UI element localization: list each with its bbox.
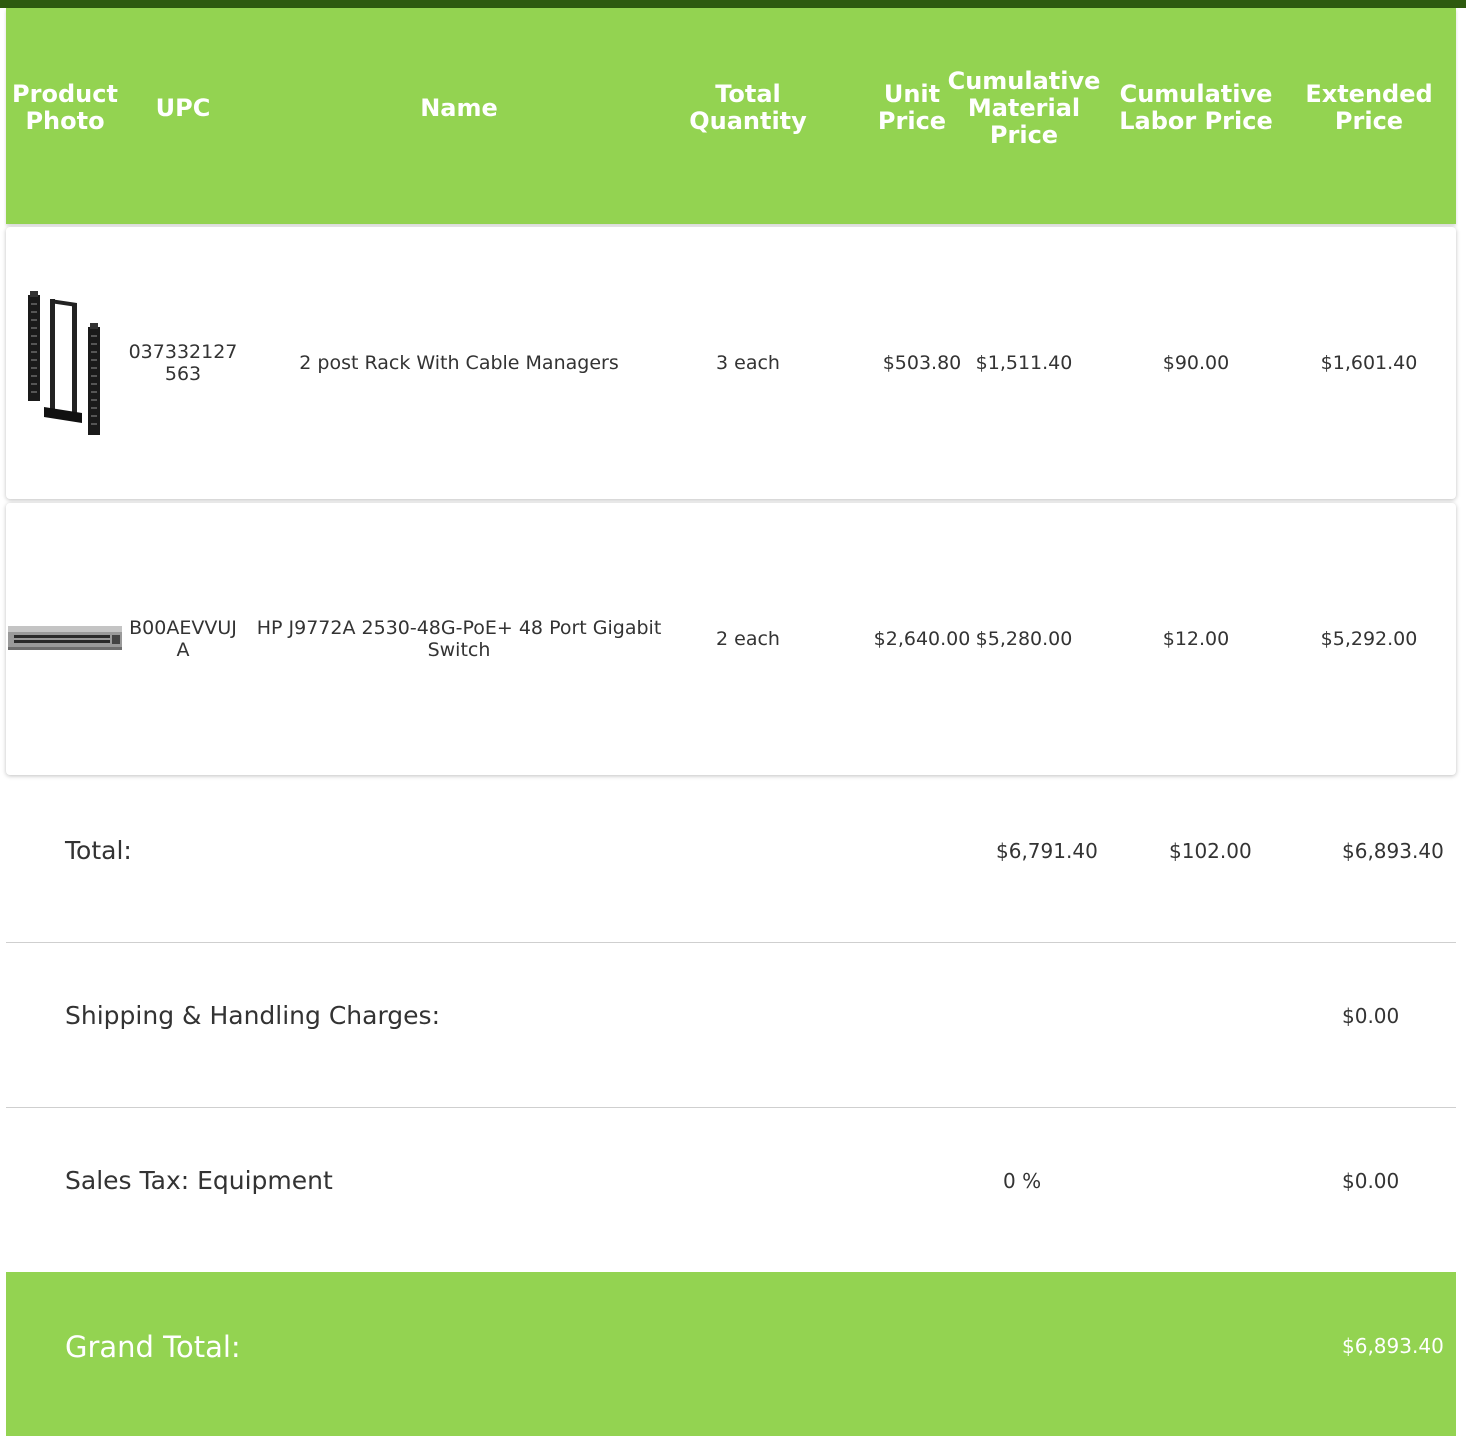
header-extended-price: Extended Price — [1305, 80, 1433, 135]
unit-price-cell: $503.80 — [882, 352, 962, 374]
total-material-value: $6,791.40 — [996, 839, 1098, 863]
shipping-value: $0.00 — [1342, 1004, 1400, 1028]
sales-tax-rate: 0 % — [1003, 1169, 1042, 1193]
total-extended-value: $6,893.40 — [1342, 839, 1444, 863]
material-price-cell: $5,280.00 — [975, 628, 1073, 650]
total-labor-value: $102.00 — [1169, 839, 1252, 863]
unit-price-cell: $2,640.00 — [873, 628, 971, 650]
grand-total-value: $6,893.40 — [1342, 1334, 1444, 1358]
extended-price-cell: $5,292.00 — [1320, 628, 1418, 650]
upc-cell: B00AEVVUJA — [129, 617, 237, 661]
grand-total-bar: Grand Total: $6,893.40 — [6, 1272, 1456, 1436]
header-product-photo: Product Photo — [12, 80, 118, 135]
header-cumulative-labor-price: Cumulative Labor Price — [1119, 80, 1273, 135]
table-row: B00AEVVUJA HP J9772A 2530-48G-PoE+ 48 Po… — [6, 503, 1456, 775]
upc-cell: 037332127563 — [128, 341, 238, 385]
total-label: Total: — [65, 836, 132, 865]
header-upc: UPC — [155, 93, 211, 122]
table-header: Product Photo UPC Name Total Quantity Un… — [6, 8, 1456, 224]
labor-price-cell: $90.00 — [1162, 352, 1230, 374]
extended-price-cell: $1,601.40 — [1320, 352, 1418, 374]
quantity-cell: 3 each — [716, 352, 780, 374]
sales-tax-label: Sales Tax: Equipment — [65, 1166, 333, 1195]
shipping-label: Shipping & Handling Charges: — [65, 1001, 440, 1030]
header-cumulative-material-price: Cumulative Material Price — [947, 66, 1101, 149]
top-bar — [0, 0, 1466, 8]
header-unit-price: Unit Price — [877, 80, 947, 135]
header-name: Name — [420, 93, 498, 122]
sales-tax-value: $0.00 — [1342, 1169, 1400, 1193]
header-total-quantity: Total Quantity — [689, 80, 807, 135]
quantity-cell: 2 each — [716, 628, 780, 650]
name-cell: 2 post Rack With Cable Managers — [299, 352, 619, 374]
table-row: 037332127563 2 post Rack With Cable Mana… — [6, 227, 1456, 499]
grand-total-label: Grand Total: — [65, 1330, 241, 1364]
divider — [6, 1107, 1456, 1108]
labor-price-cell: $12.00 — [1162, 628, 1230, 650]
rack-icon — [6, 281, 124, 441]
network-switch-icon — [6, 623, 124, 655]
material-price-cell: $1,511.40 — [975, 352, 1073, 374]
name-cell: HP J9772A 2530-48G-PoE+ 48 Port Gigabit … — [256, 617, 662, 661]
divider — [6, 942, 1456, 943]
